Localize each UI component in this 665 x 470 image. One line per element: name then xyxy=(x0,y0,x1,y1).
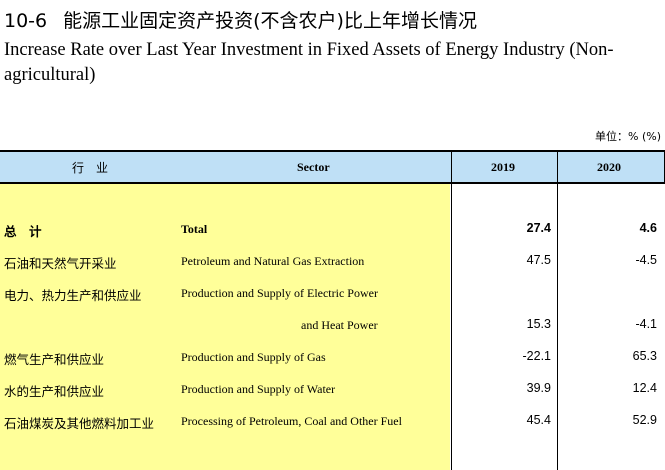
row-oil-gas-extraction-2020: -4.5 xyxy=(635,253,657,267)
header-2020: 2020 xyxy=(597,160,621,174)
row-oil-gas-extraction-2019: 47.5 xyxy=(526,253,551,267)
row-power-heat-en-continued: and Heat Power xyxy=(301,318,378,332)
row-power-heat-2020: -4.1 xyxy=(635,317,657,331)
table-number: 10-6 xyxy=(4,10,48,32)
row-gas-2020: 65.3 xyxy=(632,349,657,363)
row-total-en: Total xyxy=(181,222,208,236)
unit-label: 单位：% (%) xyxy=(595,130,661,143)
table-title-en: Increase Rate over Last Year Investment … xyxy=(4,40,614,85)
table-title-cn-text: 能源工业固定资产投资(不含农户)比上年增长情况 xyxy=(63,10,477,32)
row-fuel-processing-en: Processing of Petroleum, Coal and Other … xyxy=(181,414,402,428)
row-total-cn: 总 计 xyxy=(4,224,42,239)
row-fuel-processing-cn: 石油煤炭及其他燃料加工业 xyxy=(4,416,155,431)
row-water-en: Production and Supply of Water xyxy=(181,382,336,396)
row-fuel-processing-2019: 45.4 xyxy=(526,413,551,427)
data-table: 行 业 Sector 2019 2020 总 计 Total 27.4 4.6 … xyxy=(0,150,665,470)
row-power-heat-2019: 15.3 xyxy=(526,317,551,331)
header-industry-cn: 行 业 xyxy=(72,161,109,175)
row-total-2019: 27.4 xyxy=(526,221,551,235)
row-gas-cn: 燃气生产和供应业 xyxy=(4,352,105,367)
row-fuel-processing-2020: 52.9 xyxy=(632,413,657,427)
header-2019: 2019 xyxy=(491,160,515,174)
top-rule xyxy=(0,150,665,152)
row-gas-en: Production and Supply of Gas xyxy=(181,350,326,364)
row-power-heat-en: Production and Supply of Electric Power xyxy=(181,286,378,300)
row-power-heat-cn: 电力、热力生产和供应业 xyxy=(4,288,142,303)
row-total-2020: 4.6 xyxy=(639,221,657,235)
column-divider-2019 xyxy=(451,150,452,470)
table-title-cn: 10-6 能源工业固定资产投资(不含农户)比上年增长情况 xyxy=(4,6,477,33)
row-oil-gas-extraction-en: Petroleum and Natural Gas Extraction xyxy=(181,254,365,268)
column-divider-2020 xyxy=(557,150,558,470)
header-rule xyxy=(0,182,665,184)
row-gas-2019: -22.1 xyxy=(522,349,552,363)
header-sector-en: Sector xyxy=(297,160,330,174)
row-water-cn: 水的生产和供应业 xyxy=(4,384,105,399)
row-water-2019: 39.9 xyxy=(526,381,551,395)
row-oil-gas-extraction-cn: 石油和天然气开采业 xyxy=(4,256,117,271)
row-water-2020: 12.4 xyxy=(632,381,657,395)
